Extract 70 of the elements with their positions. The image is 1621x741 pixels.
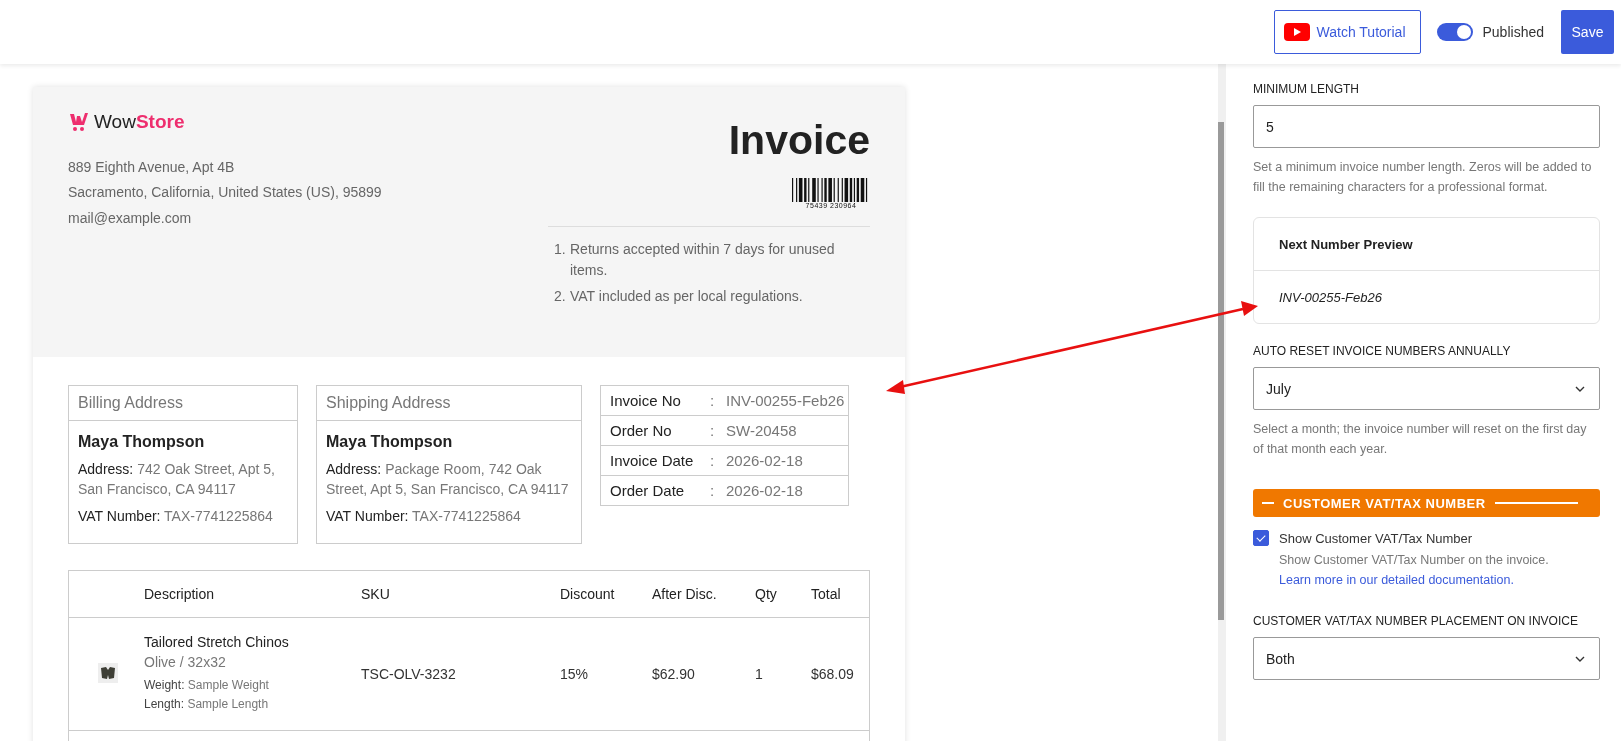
field-label: MINIMUM LENGTH bbox=[1253, 82, 1360, 96]
help-text: Set a minimum invoice number length. Zeros will be added to fill the remaining characters for a professional format. bbox=[1253, 159, 1593, 196]
product-attribute: Length: Sample Length bbox=[144, 696, 270, 713]
preview-value: INV-00255-Feb26 bbox=[1278, 289, 1383, 307]
field-label: CUSTOMER VAT/TAX NUMBER PLACEMENT ON INVOICE bbox=[1253, 614, 1579, 628]
save-button[interactable]: Save bbox=[1561, 10, 1614, 54]
table-cell: 1 bbox=[754, 617, 810, 731]
info-separator: : bbox=[710, 482, 716, 499]
logo-text: WowStore bbox=[94, 111, 185, 133]
vat-number: VAT Number: TAX-7741225864 bbox=[78, 507, 274, 526]
toggle-label: Published bbox=[1482, 24, 1544, 40]
chevron-down-icon bbox=[1575, 385, 1585, 392]
note-number: 2. bbox=[554, 287, 567, 306]
customer-name: Maya Thompson bbox=[78, 433, 206, 451]
product-thumbnail bbox=[97, 662, 118, 683]
table-cell: TSC-OLV-3232 bbox=[360, 617, 559, 731]
product-attribute: Weight: Sample Weight bbox=[144, 677, 270, 694]
info-separator: : bbox=[710, 392, 716, 409]
field-label: AUTO RESET INVOICE NUMBERS ANNUALLY bbox=[1253, 344, 1512, 358]
documentation-link[interactable]: Learn more in our detailed documentation. bbox=[1279, 573, 1514, 587]
note-text: VAT included as per local regulations. bbox=[570, 287, 804, 306]
column-header: SKU bbox=[360, 570, 559, 618]
barcode-icon bbox=[792, 178, 870, 202]
customer-address: Address: 742 Oak Street, Apt 5, San Francisco, CA 94117 bbox=[78, 460, 276, 499]
invoice-title: Invoice bbox=[728, 117, 870, 164]
table-cell: 15% bbox=[559, 617, 651, 731]
checkbox-label: Show Customer VAT/Tax Number bbox=[1279, 530, 1473, 546]
select-dropdown[interactable]: July bbox=[1253, 367, 1600, 410]
note-number: 1. bbox=[554, 240, 567, 259]
column-header: After Disc. bbox=[651, 570, 754, 618]
column-header: Description bbox=[143, 570, 360, 618]
vat-number: VAT Number: TAX-7741225864 bbox=[326, 507, 522, 526]
info-value: INV-00255-Feb26 bbox=[726, 392, 845, 409]
preview-title: Next Number Preview bbox=[1254, 218, 1599, 271]
address-heading: Shipping Address bbox=[317, 386, 581, 421]
help-text: Show Customer VAT/Tax Number on the invoice. Learn more in our detailed documentation. bbox=[1279, 552, 1550, 589]
product-name: Tailored Stretch Chinos bbox=[144, 634, 290, 650]
info-label: Order Date bbox=[610, 482, 686, 499]
customer-address: Address: Package Room, 742 Oak Street, Apt 5, San Francisco, CA 94117 bbox=[326, 460, 570, 499]
input-field[interactable]: 5 bbox=[1253, 105, 1600, 148]
store-address: Sacramento, California, United States (US), 95899 bbox=[68, 183, 382, 202]
watch-tutorial-button[interactable]: Watch Tutorial bbox=[1273, 10, 1421, 54]
logo-icon bbox=[68, 111, 90, 133]
info-value: 2026-02-18 bbox=[726, 452, 803, 469]
checkbox[interactable] bbox=[1253, 530, 1269, 546]
info-separator: : bbox=[710, 452, 716, 469]
info-label: Invoice No bbox=[610, 392, 682, 409]
info-label: Order No bbox=[610, 422, 673, 439]
table-cell: $68.09 bbox=[810, 617, 870, 731]
column-header: Total bbox=[810, 570, 870, 618]
info-value: SW-20458 bbox=[726, 422, 797, 439]
section-header: CUSTOMER VAT/TAX NUMBER bbox=[1253, 489, 1600, 517]
product-variant: Olive / 32x32 bbox=[144, 654, 227, 670]
video-play-icon bbox=[1283, 23, 1310, 41]
store-address: 889 Eighth Avenue, Apt 4B bbox=[68, 158, 236, 177]
column-header: Qty bbox=[754, 570, 810, 618]
info-separator: : bbox=[710, 422, 716, 439]
store-email: mail@example.com bbox=[68, 210, 193, 226]
note-text: Returns accepted within 7 days for unused items. bbox=[570, 240, 836, 280]
chevron-down-icon bbox=[1575, 655, 1585, 662]
published-toggle[interactable] bbox=[1436, 23, 1473, 41]
customer-name: Maya Thompson bbox=[326, 433, 454, 451]
info-value: 2026-02-18 bbox=[726, 482, 803, 499]
scrollbar[interactable] bbox=[1218, 122, 1224, 620]
address-heading: Billing Address bbox=[69, 386, 297, 421]
select-dropdown[interactable]: Both bbox=[1253, 637, 1600, 680]
info-label: Invoice Date bbox=[610, 452, 695, 469]
help-text: Select a month; the invoice number will reset on the first day of that month each year. bbox=[1253, 421, 1588, 458]
table-cell: $62.90 bbox=[651, 617, 754, 731]
column-header: Discount bbox=[559, 570, 651, 618]
